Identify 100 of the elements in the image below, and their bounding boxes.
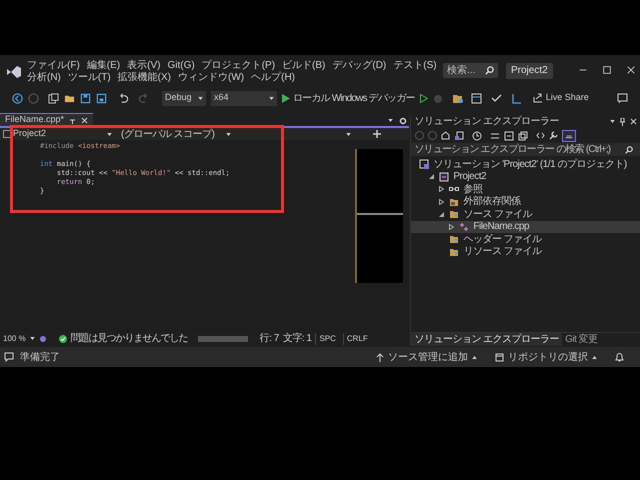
play-icon xyxy=(282,94,290,102)
switch-view-icon[interactable] xyxy=(454,130,464,140)
tree-item[interactable]: ソース ファイル xyxy=(411,208,640,220)
maximize-icon[interactable] xyxy=(602,65,612,75)
search-icon xyxy=(485,66,494,75)
project-icon xyxy=(439,172,450,182)
folder-icon xyxy=(449,209,460,220)
folder-icon xyxy=(449,234,460,244)
caret-icon xyxy=(592,356,597,358)
tree-item[interactable]: ヘッダー ファイル xyxy=(411,233,640,246)
play-outline-icon[interactable] xyxy=(420,94,428,102)
search-field[interactable]: 検索... xyxy=(443,63,498,78)
line-ending-indicator[interactable]: CRLF xyxy=(342,332,371,344)
zoom-dropdown[interactable]: 100 % xyxy=(3,332,35,344)
menu-item[interactable]: テスト(S) xyxy=(393,60,437,72)
wrench-icon[interactable] xyxy=(549,131,558,140)
menu-item[interactable]: Git(G) xyxy=(167,60,195,72)
caret-icon xyxy=(346,132,351,136)
editor-tab[interactable]: FileName.cpp* xyxy=(0,113,94,126)
menu-item[interactable]: ファイル(F) xyxy=(27,60,80,72)
feedback-icon[interactable] xyxy=(617,92,628,104)
line-number[interactable]: 行: 7 xyxy=(260,331,279,346)
expanded-arrow-icon[interactable] xyxy=(429,174,434,180)
select-repository-button[interactable]: リポジトリの選択 xyxy=(495,350,597,364)
folder-icon xyxy=(449,196,460,207)
code-icon[interactable] xyxy=(536,131,546,140)
clock-icon[interactable] xyxy=(472,130,482,140)
save-icon[interactable] xyxy=(80,92,91,104)
close-icon[interactable] xyxy=(81,116,88,124)
whitespace-indicator[interactable]: SPC xyxy=(315,332,339,344)
cpp-file-icon xyxy=(459,222,470,232)
horizontal-scrollbar[interactable] xyxy=(198,336,248,342)
issues-status[interactable]: 問題は見つかりませんでした xyxy=(70,331,188,346)
add-to-source-control-button[interactable]: ソース管理に追加 xyxy=(376,350,477,364)
tree-item[interactable]: 参照 xyxy=(411,183,640,196)
caret-icon[interactable] xyxy=(388,119,394,122)
up-arrow-icon xyxy=(376,352,384,362)
menu-item[interactable]: 分析(N) xyxy=(27,72,61,84)
caret-icon xyxy=(107,132,112,136)
search-icon xyxy=(625,146,633,154)
back-icon[interactable] xyxy=(12,92,23,104)
solution-icon xyxy=(419,159,430,170)
preview-icon[interactable] xyxy=(562,130,576,142)
new-item-icon[interactable] xyxy=(48,92,59,104)
menu-item[interactable]: ヘルプ(H) xyxy=(251,72,296,84)
home-icon[interactable] xyxy=(441,131,450,140)
share-icon xyxy=(532,93,543,103)
menu-item[interactable]: ビルド(B) xyxy=(282,60,326,72)
collapsed-arrow-icon[interactable] xyxy=(439,186,444,192)
platform-dropdown[interactable]: x64 xyxy=(211,90,277,106)
caret-icon xyxy=(30,337,35,340)
menu-item[interactable]: ツール(T) xyxy=(68,72,111,84)
tree-item[interactable]: FileName.cpp xyxy=(411,220,640,233)
menu-item[interactable]: ウィンドウ(W) xyxy=(178,72,244,84)
start-debugging-button[interactable]: ローカル Windows デバッガー xyxy=(282,90,415,106)
repository-icon xyxy=(495,352,504,362)
menu-item[interactable]: 拡張機能(X) xyxy=(118,72,172,84)
settings-icon[interactable] xyxy=(399,116,408,124)
status-message: 準備完了 xyxy=(20,350,60,364)
brush-icon[interactable] xyxy=(38,334,47,342)
panel-tab[interactable]: Git 変更 xyxy=(562,332,601,346)
bell-icon[interactable] xyxy=(615,352,624,362)
check-icon[interactable] xyxy=(490,92,502,104)
caret-icon[interactable] xyxy=(610,120,615,123)
undo-icon[interactable] xyxy=(118,92,129,104)
pin-icon[interactable] xyxy=(619,118,626,126)
folder-icon xyxy=(449,246,460,257)
collapsed-arrow-icon[interactable] xyxy=(439,198,444,205)
menu-item[interactable]: プロジェクト(P) xyxy=(202,60,276,72)
search-field[interactable]: ソリューション エクスプローラー の検索 (Ctrl+;) xyxy=(411,143,640,156)
scope-dropdown[interactable]: (グローバル スコープ) xyxy=(115,126,237,142)
copy-icon[interactable] xyxy=(518,130,528,140)
split-icon[interactable] xyxy=(373,130,381,138)
caret-icon xyxy=(269,96,274,100)
collapsed-arrow-icon[interactable] xyxy=(449,224,454,230)
menu-item[interactable]: デバッグ(D) xyxy=(332,60,386,72)
collapse-icon[interactable] xyxy=(504,130,514,140)
menu-item[interactable]: 編集(E) xyxy=(86,60,120,72)
column-number[interactable]: 文字: 1 xyxy=(282,331,312,346)
solution-name: Project2 xyxy=(506,63,553,79)
project-dropdown[interactable]: Project2 xyxy=(0,127,115,141)
close-icon[interactable] xyxy=(626,65,636,75)
configuration-dropdown[interactable]: Debug xyxy=(162,90,206,106)
project-icon xyxy=(3,130,11,138)
live-share-button[interactable]: Live Share xyxy=(532,91,589,105)
close-icon[interactable] xyxy=(630,118,637,125)
caret-icon xyxy=(472,356,477,358)
window-icon[interactable] xyxy=(470,92,482,104)
comment-icon[interactable] xyxy=(4,352,14,362)
save-all-icon[interactable] xyxy=(96,92,107,104)
app-logo-icon xyxy=(6,65,22,79)
menu-item[interactable]: 表示(V) xyxy=(127,60,160,72)
tree-item[interactable]: Project2 xyxy=(411,170,640,183)
expanded-arrow-icon[interactable] xyxy=(439,212,444,217)
panel-tab[interactable]: ソリューション エクスプローラー xyxy=(411,332,562,346)
folder-search-icon[interactable] xyxy=(452,92,464,104)
tree-item[interactable]: リソース ファイル xyxy=(411,246,640,258)
tree-item[interactable]: ソリューション 'Project2' (1/1 のプロジェクト) xyxy=(411,158,640,170)
pin-icon[interactable] xyxy=(69,116,76,124)
tree-item[interactable]: 外部依存関係 xyxy=(411,196,640,208)
